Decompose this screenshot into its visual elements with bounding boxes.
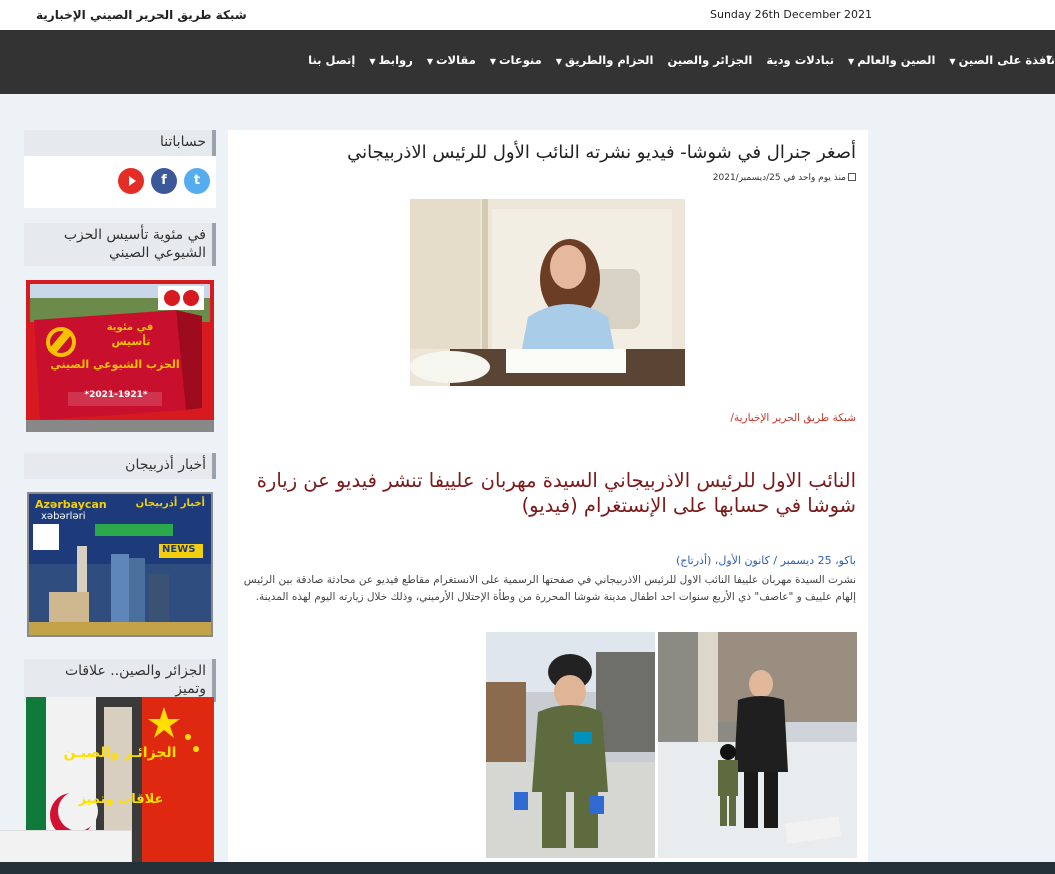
facebook-icon[interactable]: f	[151, 167, 177, 194]
widget-title: حساباتنا	[24, 130, 216, 156]
azerbaijan-news-banner[interactable]: Azərbaycan xəbərləri أخبار أذربيجان NEWS	[27, 492, 213, 637]
cpc-banner-line2: تأسيس	[111, 335, 151, 348]
nav-item-contact[interactable]: إتصل بنا	[308, 53, 355, 67]
article-headline: النائب الاول للرئيس الاذربيجاني السيدة م…	[256, 469, 856, 518]
cpc-banner-years: *2021-1921*	[84, 390, 148, 400]
cpc-banner-line3: الحزب الشيوعي الصيني	[50, 358, 180, 371]
nav-menu: نافذة على الصين▼ الصين والعالم▼ تبادلات …	[294, 53, 1055, 67]
nav-item-window-on-china[interactable]: نافذة على الصين▼	[949, 53, 1055, 67]
article-photo-image	[410, 199, 685, 386]
azer-banner-ar: أخبار أذربيجان	[135, 498, 205, 509]
news-source-link[interactable]: شبكة طريق الحرير الإخبارية/	[730, 412, 856, 424]
chevron-down-icon: ▼	[949, 57, 956, 66]
social-links: t f	[24, 156, 216, 194]
nav-item-articles[interactable]: مقالات▼	[427, 53, 476, 67]
top-bar: شبكة طريق الحرير الصيني الإخبارية Sunday…	[0, 0, 1055, 30]
azer-banner-az2: xəbərləri	[41, 511, 86, 522]
nav-item-miscellaneous[interactable]: منوعات▼	[490, 53, 542, 67]
widget-title: أخبار أذربيجان	[24, 453, 216, 479]
algeria-banner-line1: الجزائـر والصيـن	[63, 745, 177, 761]
article-meta: منذ يوم واحد في 25/ديسمبر/2021	[713, 173, 856, 183]
article-container: أصغر جنرال في شوشا- فيديو نشرته النائب ا…	[228, 130, 868, 874]
cpc-banner-image	[26, 280, 214, 432]
article-title[interactable]: أصغر جنرال في شوشا- فيديو نشرته النائب ا…	[246, 142, 856, 163]
widget-azerbaijan-news: أخبار أذربيجان Azərbaycan xəbərləri أخبا…	[24, 453, 216, 640]
widget-cpc-centenary: في مئوية تأسيس الحزب الشيوعي الصيني في م…	[24, 223, 216, 435]
twitter-icon[interactable]: t	[184, 167, 210, 194]
algeria-banner-line2: علاقات وتميز	[78, 792, 164, 807]
cpc-banner-line1: في مئوية	[106, 322, 154, 333]
nav-item-friendly-exchanges[interactable]: تبادلات ودية	[766, 53, 834, 67]
site-name[interactable]: شبكة طريق الحرير الصيني الإخبارية	[36, 8, 247, 22]
child-photo-image	[486, 632, 655, 858]
widget-title: الجزائر والصين.. علاقات وتميز	[24, 659, 216, 702]
chevron-down-icon: ▼	[369, 57, 376, 66]
nav-item-algeria-china[interactable]: الجزائر والصين	[667, 53, 752, 67]
youtube-icon[interactable]	[118, 167, 144, 194]
widget-title: في مئوية تأسيس الحزب الشيوعي الصيني	[24, 223, 216, 266]
footer-strip	[0, 862, 1055, 874]
article-photo[interactable]	[410, 199, 685, 386]
chevron-down-icon: ▼	[555, 57, 562, 66]
calendar-icon	[848, 173, 856, 181]
cpc-centenary-banner[interactable]: في مئوية تأسيس الحزب الشيوعي الصيني *202…	[26, 280, 214, 432]
current-date: Sunday 26th December 2021	[710, 8, 872, 21]
article-photo-child[interactable]	[486, 632, 655, 858]
main-navigation: ▼ نافذة على الصين▼ الصين والعالم▼ تبادلا…	[0, 30, 1055, 94]
article-date: منذ يوم واحد في 25/ديسمبر/2021	[712, 173, 846, 183]
widget-accounts: حساباتنا t f	[24, 130, 216, 208]
article-dateline[interactable]: باكو، 25 ديسمبر / كانون الأول، (أذرتاج)	[676, 554, 856, 567]
chevron-down-icon: ▼	[848, 57, 855, 66]
azer-banner-az1: Azərbaycan	[35, 498, 107, 511]
nav-item-belt-and-road[interactable]: الحزام والطريق▼	[556, 53, 654, 67]
azer-banner-news: NEWS	[162, 544, 196, 555]
president-photo-image	[658, 632, 857, 858]
chevron-down-icon: ▼	[489, 57, 496, 66]
chevron-down-icon: ▼	[426, 57, 433, 66]
article-photo-president[interactable]	[658, 632, 857, 858]
nav-item-links[interactable]: روابط▼	[369, 53, 413, 67]
nav-item-china-and-world[interactable]: الصين والعالم▼	[848, 53, 935, 67]
article-body: نشرت السيدة مهربان علييفا النائب الاول ل…	[243, 574, 856, 604]
